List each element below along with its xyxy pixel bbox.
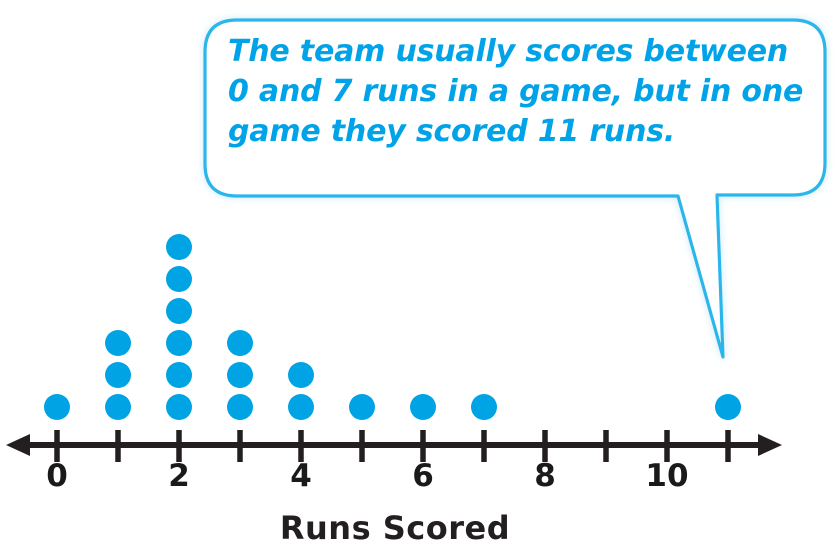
data-dot (227, 394, 253, 420)
data-dot (105, 330, 131, 356)
data-dot (410, 394, 436, 420)
data-dot (166, 362, 192, 388)
data-dot (44, 394, 70, 420)
data-dot (288, 362, 314, 388)
data-dot (227, 330, 253, 356)
data-dot (105, 362, 131, 388)
dot-plot: 0 2 4 6 8 10 Runs Scored (0, 0, 839, 557)
data-dot (288, 394, 314, 420)
data-dot (715, 394, 741, 420)
data-dot (166, 266, 192, 292)
data-dot (166, 330, 192, 356)
dot-stack-layer (0, 0, 839, 500)
data-dot (166, 394, 192, 420)
data-dot (227, 362, 253, 388)
dot-plot-figure: The team usually scores between 0 and 7 … (0, 0, 839, 557)
axis-title: Runs Scored (279, 509, 511, 547)
data-dot (471, 394, 497, 420)
data-dot (105, 394, 131, 420)
data-dot (166, 298, 192, 324)
data-dot (166, 234, 192, 260)
data-dot (349, 394, 375, 420)
